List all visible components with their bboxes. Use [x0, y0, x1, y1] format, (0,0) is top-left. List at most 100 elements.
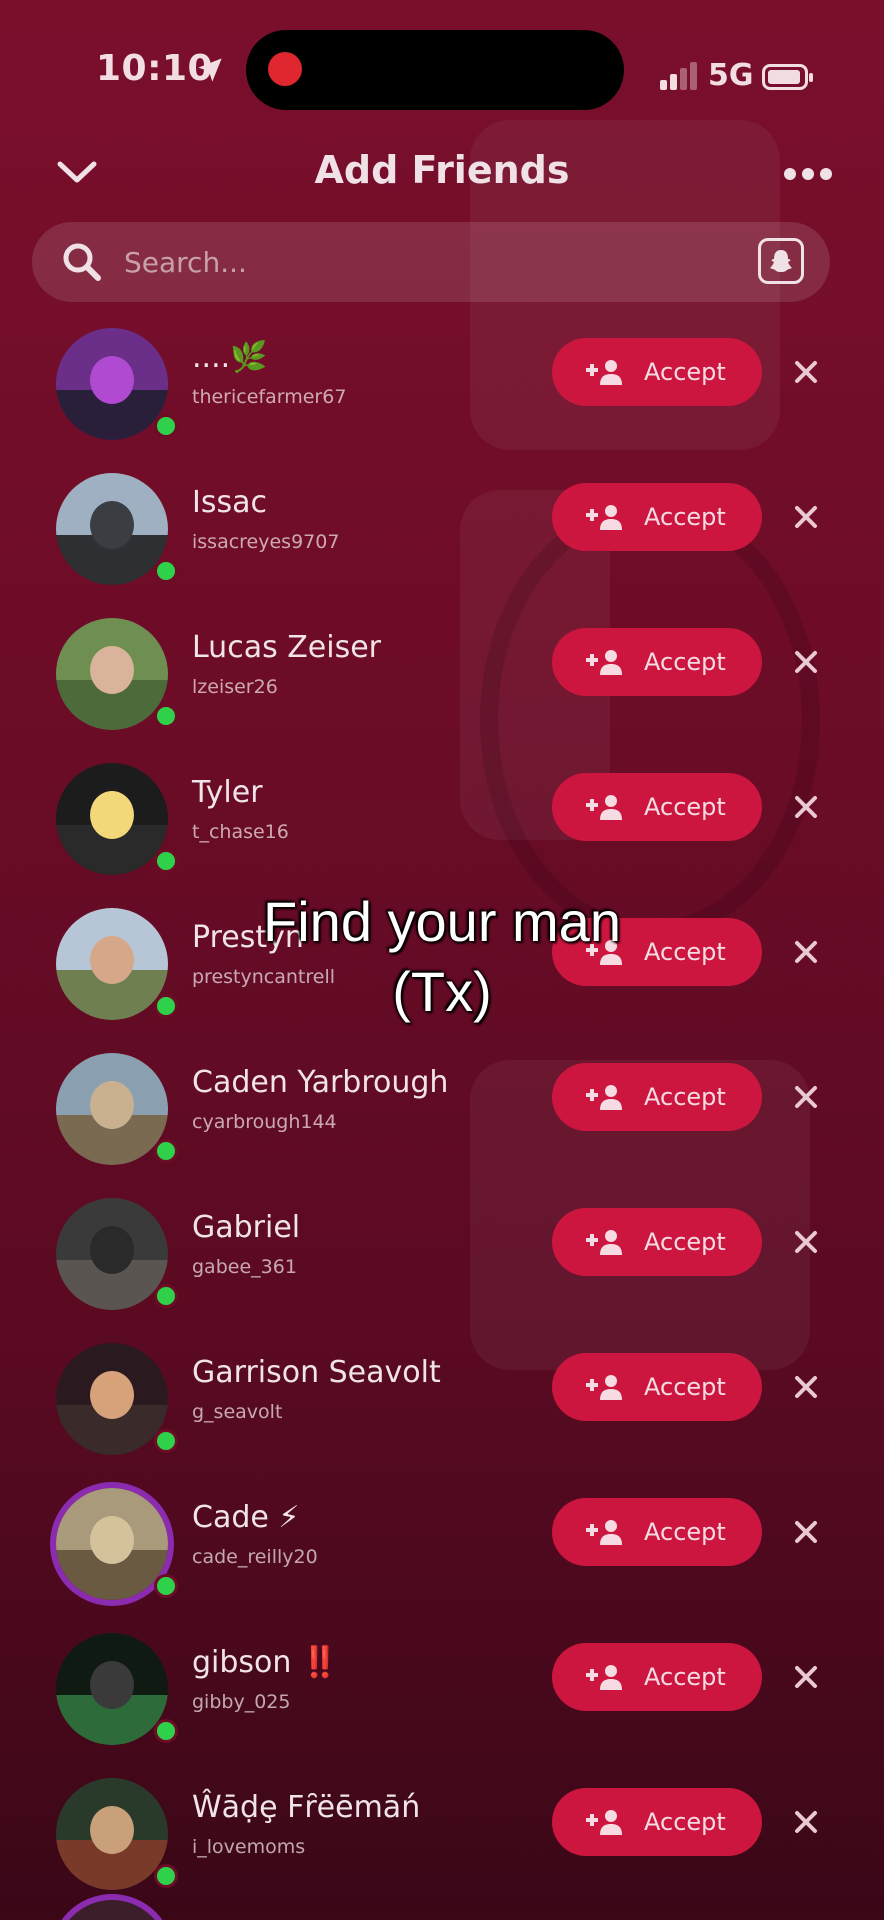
network-type: 5G: [708, 58, 754, 93]
accept-button[interactable]: Accept: [552, 483, 762, 551]
avatar[interactable]: [56, 618, 168, 730]
friend-display-name: Tyler: [192, 775, 263, 810]
close-icon[interactable]: [792, 1373, 820, 1401]
list-item[interactable]: ....🌿 thericefarmer67 Accept: [0, 318, 884, 463]
close-icon[interactable]: [792, 1518, 820, 1546]
add-friend-icon: [586, 1230, 622, 1255]
avatar-face: [90, 791, 134, 839]
avatar[interactable]: [56, 1633, 168, 1745]
online-status-icon: [154, 1574, 178, 1598]
online-status-icon: [154, 414, 178, 438]
list-item[interactable]: Cade ⚡ cade_reilly20 Accept: [0, 1478, 884, 1623]
online-status-icon: [154, 1139, 178, 1163]
avatar[interactable]: [56, 1053, 168, 1165]
accept-label: Accept: [644, 793, 726, 821]
recording-indicator-icon: [268, 52, 302, 86]
list-item[interactable]: Lucas Zeiser lzeiser26 Accept: [0, 608, 884, 753]
friend-display-name: Garrison Seavolt: [192, 1355, 441, 1390]
online-status-icon: [154, 1719, 178, 1743]
avatar-container[interactable]: [56, 1488, 178, 1600]
close-icon[interactable]: [792, 503, 820, 531]
accept-label: Accept: [644, 1808, 726, 1836]
avatar-container[interactable]: [56, 328, 178, 440]
friend-display-name: gibson ‼️: [192, 1645, 339, 1680]
online-status-icon: [154, 559, 178, 583]
avatar[interactable]: [56, 1778, 168, 1890]
signal-strength-icon: [660, 62, 702, 90]
accept-label: Accept: [644, 358, 726, 386]
accept-button[interactable]: Accept: [552, 628, 762, 696]
accept-label: Accept: [644, 503, 726, 531]
close-icon[interactable]: [792, 793, 820, 821]
avatar-face: [90, 1661, 134, 1709]
accept-label: Accept: [644, 648, 726, 676]
avatar-face: [90, 1226, 134, 1274]
status-bar: 10:10 5G: [0, 0, 884, 150]
add-friend-icon: [586, 1085, 622, 1110]
accept-button[interactable]: Accept: [552, 1063, 762, 1131]
list-item[interactable]: gibson ‼️ gibby_025 Accept: [0, 1623, 884, 1768]
online-status-icon: [154, 1864, 178, 1888]
friend-username: issacreyes9707: [192, 531, 340, 553]
avatar-container[interactable]: [56, 763, 178, 875]
avatar-face: [90, 356, 134, 404]
add-friend-icon: [586, 1375, 622, 1400]
avatar[interactable]: [56, 1198, 168, 1310]
accept-button[interactable]: Accept: [552, 1643, 762, 1711]
avatar-face: [90, 1081, 134, 1129]
add-friend-icon: [586, 1810, 622, 1835]
avatar-face: [90, 1516, 134, 1564]
avatar-container[interactable]: [56, 618, 178, 730]
avatar[interactable]: [56, 328, 168, 440]
snapcode-scan-icon[interactable]: [758, 238, 804, 284]
avatar-container[interactable]: [56, 1198, 178, 1310]
avatar[interactable]: [56, 473, 168, 585]
avatar-container[interactable]: [56, 1633, 178, 1745]
friend-username: thericefarmer67: [192, 386, 347, 408]
battery-icon: [762, 64, 813, 90]
search-bar[interactable]: [32, 222, 830, 302]
list-item[interactable]: Gabriel gabee_361 Accept: [0, 1188, 884, 1333]
close-icon[interactable]: [792, 648, 820, 676]
avatar[interactable]: [56, 1488, 168, 1600]
friend-username: cade_reilly20: [192, 1546, 318, 1568]
video-caption-line-2: (Tx): [392, 960, 492, 1023]
avatar-container[interactable]: [56, 1053, 178, 1165]
friend-username: gibby_025: [192, 1691, 291, 1713]
add-friend-icon: [586, 1520, 622, 1545]
accept-button[interactable]: Accept: [552, 1353, 762, 1421]
avatar[interactable]: [56, 1343, 168, 1455]
avatar-container[interactable]: [56, 473, 178, 585]
search-input[interactable]: [124, 240, 704, 284]
online-status-icon: [154, 1429, 178, 1453]
accept-button[interactable]: Accept: [552, 1788, 762, 1856]
more-options-icon[interactable]: [784, 164, 832, 184]
accept-button[interactable]: Accept: [552, 338, 762, 406]
accept-button[interactable]: Accept: [552, 773, 762, 841]
video-caption-line-1: Find your man: [263, 890, 621, 953]
page-title: Add Friends: [314, 148, 570, 192]
friend-username: gabee_361: [192, 1256, 297, 1278]
add-friend-icon: [586, 505, 622, 530]
friend-username: t_chase16: [192, 821, 289, 843]
friend-display-name: Issac: [192, 485, 267, 520]
avatar-face: [90, 1806, 134, 1854]
avatar-face: [90, 501, 134, 549]
dynamic-island: [246, 30, 624, 110]
avatar-container[interactable]: [56, 1778, 178, 1890]
avatar[interactable]: [56, 763, 168, 875]
close-icon[interactable]: [792, 1808, 820, 1836]
list-item[interactable]: Garrison Seavolt g_seavolt Accept: [0, 1333, 884, 1478]
friend-display-name: Caden Yarbrough: [192, 1065, 449, 1100]
avatar-container[interactable]: [56, 1343, 178, 1455]
close-icon[interactable]: [792, 1083, 820, 1111]
list-item[interactable]: Tyler t_chase16 Accept: [0, 753, 884, 898]
list-item[interactable]: Issac issacreyes9707 Accept: [0, 463, 884, 608]
close-icon[interactable]: [792, 1663, 820, 1691]
close-icon[interactable]: [792, 358, 820, 386]
list-item[interactable]: Caden Yarbrough cyarbrough144 Accept: [0, 1043, 884, 1188]
accept-button[interactable]: Accept: [552, 1498, 762, 1566]
accept-button[interactable]: Accept: [552, 1208, 762, 1276]
close-icon[interactable]: [792, 1228, 820, 1256]
list-item[interactable]: Ŵāḍȩ Fȓëēmāń i_lovemoms Accept: [0, 1768, 884, 1913]
